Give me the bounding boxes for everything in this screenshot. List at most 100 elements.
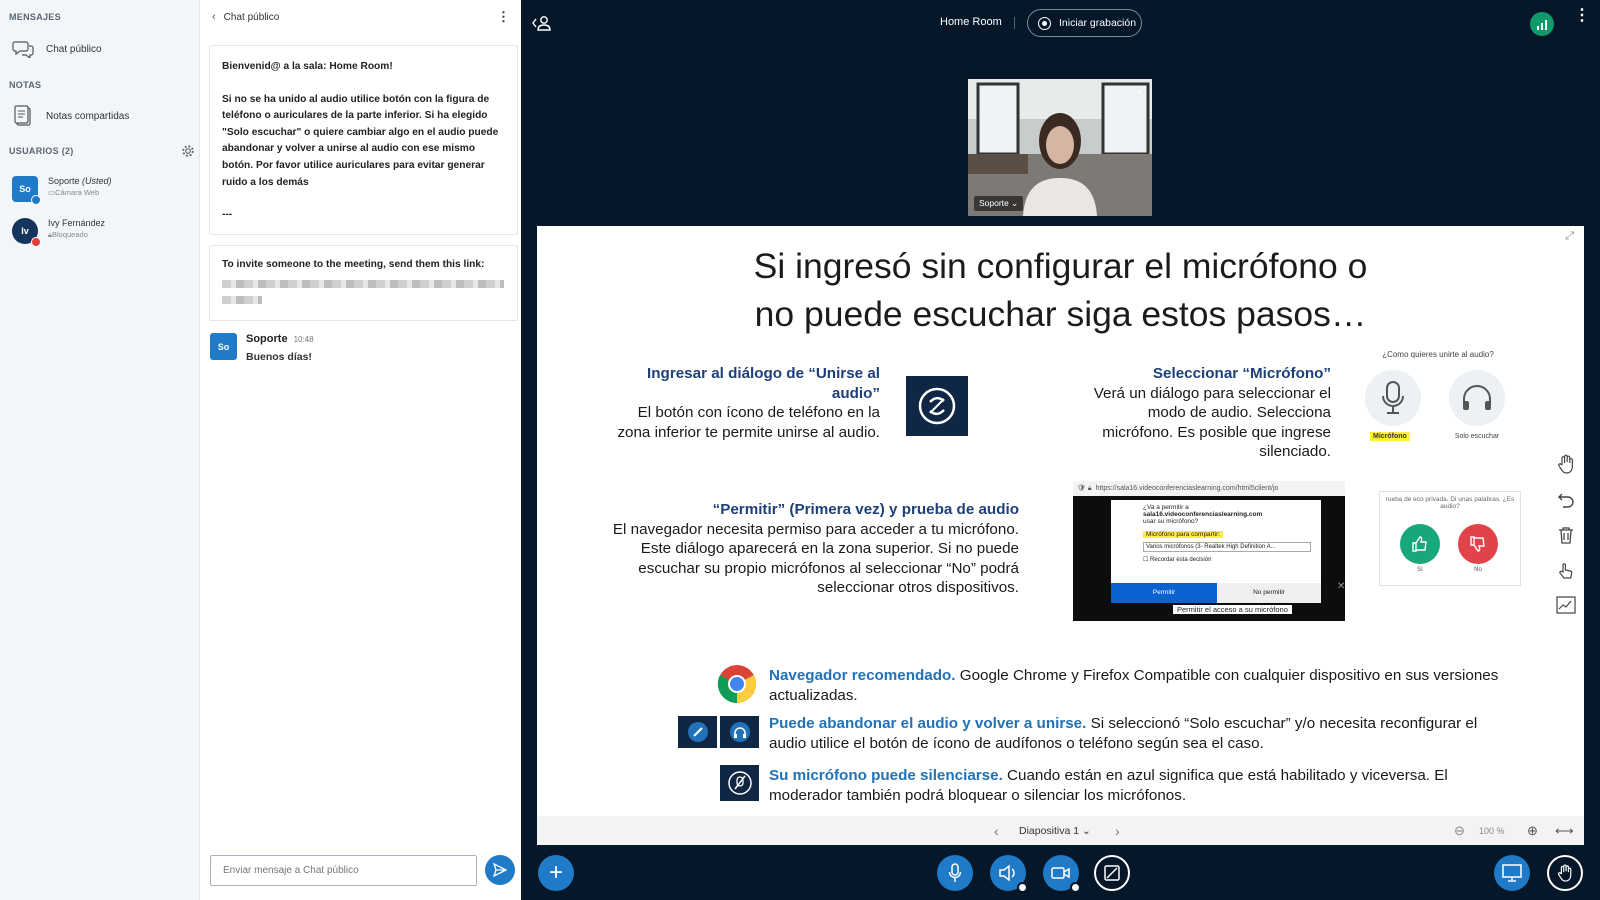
mic-option-label: Micrófono	[1370, 432, 1410, 441]
trash-icon[interactable]	[1551, 520, 1581, 550]
slide-selector[interactable]: Diapositiva 1 ⌄	[1019, 825, 1091, 837]
send-icon	[493, 863, 507, 877]
presentation-slide: Si ingresó sin configurar el micrófono o…	[537, 226, 1584, 816]
chat-message: So Soporte 10:48 Buenos días!	[210, 333, 314, 363]
zoom-out-icon[interactable]: ⊖	[1454, 823, 1465, 839]
phone-button-icon	[678, 716, 717, 748]
step-select-mic: Seleccionar “Micrófono” Verá un diálogo …	[1093, 365, 1331, 460]
sidebar-item-label: Notas compartidas	[46, 110, 130, 122]
microphone-icon	[948, 863, 962, 882]
invite-text: To invite someone to the meeting, send t…	[222, 259, 485, 270]
raise-hand-button[interactable]	[1547, 855, 1583, 891]
sidebar-item-shared-notes[interactable]: Notas compartidas	[12, 105, 129, 127]
step-join-audio: Ingresar al diálogo de “Unirse al audio”…	[617, 365, 880, 441]
webcam-video[interactable]: ⤢ Soporte ⌄	[968, 79, 1152, 216]
fit-width-icon[interactable]: ⟷	[1555, 823, 1574, 839]
muted-mic-icon	[720, 765, 759, 801]
user-status: Cámara Web	[55, 188, 100, 197]
zoom-level: 100 %	[1479, 825, 1505, 836]
chat-title[interactable]: Chat público	[224, 12, 280, 23]
messages-header: MENSAJES	[9, 12, 61, 22]
users-header: USUARIOS (2)	[9, 146, 74, 156]
actions-button[interactable]: +	[538, 855, 574, 891]
welcome-message: Bienvenid@ a la sala: Home Room! Si no s…	[209, 45, 518, 235]
user-list-panel: MENSAJES Chat público NOTAS Notas compar…	[0, 0, 200, 900]
toggle-presentation-button[interactable]	[1494, 855, 1530, 891]
plus-icon: +	[548, 859, 563, 886]
video-camera-icon	[1051, 867, 1070, 879]
speaker-icon	[999, 864, 1015, 882]
browser-permission-screenshot: 🛡︎ 🔒︎ https://sala16.videoconferenciaslea…	[1073, 481, 1345, 621]
phone-icon	[906, 376, 968, 436]
more-options-icon[interactable]: ⋮	[1574, 8, 1590, 24]
permission-dialog: ¿Va a permitir a sala16.videoconferencia…	[1111, 500, 1321, 603]
message-text: Buenos días!	[246, 351, 312, 363]
mic-button[interactable]	[937, 855, 973, 891]
bullet-rejoin-audio: Puede abandonar el audio y volver a unir…	[769, 715, 1478, 752]
record-icon	[1038, 16, 1051, 30]
redacted-link	[222, 296, 262, 304]
webcam-label[interactable]: Soporte ⌄	[974, 196, 1024, 211]
screen-share-button[interactable]	[1094, 855, 1130, 891]
bullet-browser: Navegador recomendado. Google Chrome y F…	[769, 667, 1499, 704]
thumbs-up-icon	[1400, 524, 1440, 564]
expand-icon[interactable]: ⤢	[1137, 84, 1146, 97]
fullscreen-icon[interactable]: ⤢	[1565, 230, 1574, 243]
invite-box: To invite someone to the meeting, send t…	[209, 245, 518, 321]
send-button[interactable]	[485, 855, 515, 885]
sidebar-item-label: Chat público	[46, 43, 102, 55]
user-item-ivy[interactable]: Iv Ivy Fernández 🔒︎Bloqueado	[12, 218, 106, 247]
chevron-left-icon[interactable]: ‹	[212, 11, 216, 23]
chrome-icon	[717, 664, 757, 709]
next-slide-icon[interactable]: ›	[1115, 823, 1120, 839]
user-name: Ivy Fernández	[48, 218, 106, 228]
notes-header: NOTAS	[9, 80, 42, 90]
audio-button[interactable]	[990, 855, 1028, 893]
slide-title: Si ingresó sin configurar el micrófono o…	[753, 246, 1368, 334]
screen-share-icon	[1104, 865, 1120, 881]
browser-url: 🛡︎ 🔒︎ https://sala16.videoconferenciaslea…	[1073, 481, 1345, 496]
join-prompt: ¿Como quieres unirte al audio?	[1382, 350, 1494, 359]
divider	[1014, 17, 1015, 29]
prev-slide-icon[interactable]: ‹	[994, 823, 999, 839]
zoom-in-icon[interactable]: ⊕	[1527, 823, 1538, 839]
message-time: 10:48	[293, 335, 314, 344]
user-status: Bloqueado	[52, 230, 88, 239]
camera-button[interactable]	[1043, 855, 1081, 893]
toggle-user-list-icon[interactable]	[532, 14, 552, 37]
connection-status-icon[interactable]	[1530, 12, 1554, 36]
bullet-mute-mic: Su micrófono puede silenciarse. Cuando e…	[769, 767, 1448, 804]
avatar: So	[12, 176, 41, 205]
chat-message-input[interactable]: Enviar mensaje a Chat público	[210, 855, 477, 886]
echo-test-dialog: rueba de eco privada. Di unas palabras. …	[1379, 491, 1521, 586]
gear-icon[interactable]	[181, 144, 195, 163]
close-icon: ✕	[1337, 581, 1345, 592]
sidebar-item-public-chat[interactable]: Chat público	[12, 38, 102, 60]
presentation-icon	[1502, 864, 1522, 882]
thumbs-down-icon	[1458, 524, 1498, 564]
step-permit-audio: “Permitir” (Primera vez) y prueba de aud…	[612, 501, 1019, 596]
avatar: Iv	[12, 218, 41, 247]
undo-icon[interactable]	[1551, 485, 1581, 515]
listen-option-label: Solo escuchar	[1454, 433, 1500, 440]
user-item-soporte[interactable]: So Soporte (Usted) ▭Cámara Web	[12, 176, 112, 205]
presentation-toolbar: ‹ Diapositiva 1 ⌄ › ⊖ 100 % ⊕ ⟷	[537, 816, 1584, 845]
chat-bubble-icon	[12, 38, 34, 60]
chart-icon[interactable]	[1551, 590, 1581, 620]
hand-icon	[1557, 864, 1572, 882]
redacted-link	[222, 280, 504, 288]
more-options-icon[interactable]: ⋮	[497, 9, 510, 25]
user-tag: (Usted)	[82, 176, 112, 186]
record-button[interactable]: Iniciar grabación	[1027, 9, 1142, 37]
hand-tool-icon[interactable]	[1551, 449, 1581, 479]
multi-user-pointer-icon[interactable]	[1551, 555, 1581, 585]
headphones-button-icon	[720, 716, 759, 748]
avatar: So	[210, 333, 237, 360]
room-name: Home Room	[940, 16, 1002, 28]
headphones-icon	[1449, 370, 1505, 426]
microphone-icon	[1365, 370, 1421, 426]
join-audio-dialog: ¿Como quieres unirte al audio? Micrófono…	[1363, 350, 1513, 460]
user-name: Soporte	[48, 176, 80, 186]
message-author: Soporte	[246, 333, 288, 345]
chat-panel: ‹ Chat público ⋮ Bienvenid@ a la sala: H…	[200, 0, 521, 900]
